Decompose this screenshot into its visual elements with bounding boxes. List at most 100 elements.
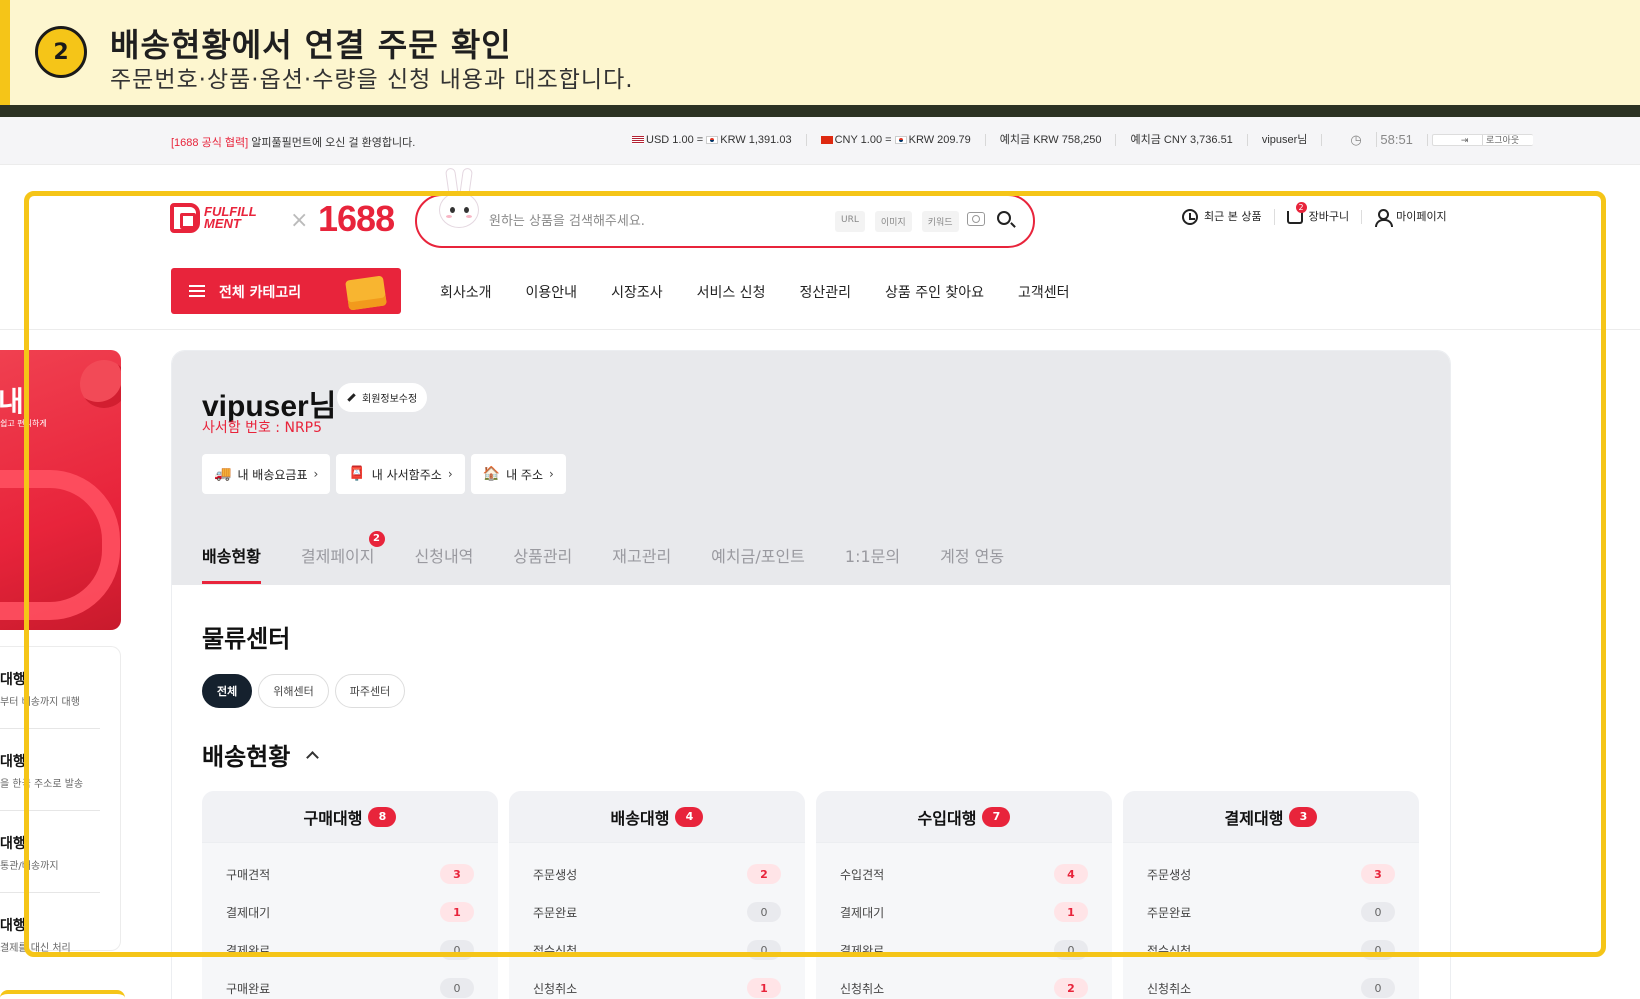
status-row[interactable]: 접수신청 0 (533, 931, 781, 969)
edit-profile-button[interactable]: 회원정보수정 (337, 383, 428, 412)
search-type-chips: URL 이미지 키워드 (835, 211, 959, 232)
card-title: 구매대행 (303, 808, 363, 828)
sidebar-item-import[interactable]: 대행 통관/배송까지 (0, 811, 100, 893)
status-card-shipping: 배송대행 4 주문생성 2 주문완료 0 접수신청 0 신청취소 1 (509, 791, 805, 999)
tab-products[interactable]: 상품관리 (513, 543, 572, 585)
status-row[interactable]: 접수신청 0 (1147, 931, 1395, 969)
filter-all[interactable]: 전체 (202, 674, 253, 708)
mypage-link[interactable]: 마이페이지 (1362, 209, 1459, 227)
filter-paju[interactable]: 파주센터 (334, 674, 406, 708)
tab-requests[interactable]: 신청내역 (415, 543, 474, 585)
status-row[interactable]: 신청취소 1 (533, 969, 781, 999)
tab-badge: 2 (368, 531, 385, 547)
logistics-filters: 전체 위해센터 파주센터 (202, 674, 406, 708)
delivery-status-header[interactable]: 배송현황 (202, 737, 320, 772)
card-count-badge: 7 (982, 806, 1011, 827)
mailbox-icon: 📮 (348, 466, 366, 482)
card-count-badge: 8 (368, 806, 397, 827)
search-chip-image[interactable]: 이미지 (874, 211, 912, 232)
clock-icon (1182, 209, 1198, 225)
menu-icon (189, 285, 205, 287)
tab-deposit-points[interactable]: 예치금/포인트 (711, 543, 805, 585)
nav-item-market-research[interactable]: 시장조사 (611, 282, 663, 302)
promo-title: 내 (0, 385, 24, 418)
logout-icon: ⇥ (1446, 135, 1484, 145)
sidebar-item-purchase[interactable]: 대행 부터 배송까지 대행 (0, 647, 100, 729)
nav-item-guide[interactable]: 이용안내 (526, 282, 578, 302)
kr-flag-icon (706, 136, 719, 145)
all-categories-label: 전체 카테고리 (219, 285, 302, 301)
edit-profile-label: 회원정보수정 (362, 394, 418, 405)
nav-item-company[interactable]: 회사소개 (440, 282, 492, 302)
sidebar-promo-banner[interactable]: 내 쉽고 편리하게 (0, 350, 121, 630)
status-row[interactable]: 수입견적 4 (840, 855, 1088, 893)
status-cards: 구매대행 8 구매견적 3 결제대기 1 결제완료 0 구매완료 0 배송대행 4 주문생성… (202, 791, 1419, 999)
deposit-krw: 예치금 KRW 758,250 (986, 134, 1117, 146)
fulfillment-logo[interactable]: FULFILL MENT (170, 203, 257, 233)
status-row[interactable]: 주문완료 0 (533, 893, 781, 931)
po-box-address-button[interactable]: 📮 내 사서함주소 › (336, 454, 465, 494)
status-row[interactable]: 주문생성 2 (533, 855, 781, 893)
kr-flag-icon (894, 136, 907, 145)
chevron-right-icon: › (447, 467, 453, 481)
gift-box-icon (345, 275, 387, 311)
chevron-right-icon: › (549, 467, 554, 481)
quick-links: 🚚 내 배송요금표 › 📮 내 사서함주소 › 🏠 내 주소 › (202, 454, 566, 494)
tab-inquiry[interactable]: 1:1문의 (845, 543, 900, 585)
search-chip-keyword[interactable]: 키워드 (921, 211, 959, 232)
logo-1688[interactable]: 1688 (318, 198, 395, 240)
nav-item-find-owner[interactable]: 상품 주인 찾아요 (885, 282, 984, 302)
status-row[interactable]: 결제완료 0 (226, 931, 474, 969)
sidebar-item-payment[interactable]: 대행 결제를 대신 처리 (0, 893, 100, 975)
highlight-frame-partial (0, 990, 125, 999)
camera-icon[interactable] (967, 212, 985, 226)
logo-separator: × (290, 208, 309, 233)
all-categories-button[interactable]: 전체 카테고리 (171, 268, 401, 314)
rabbit-mascot-icon (437, 167, 481, 246)
sidebar-item-shipping[interactable]: 대행 을 한국 주소로 발송 (0, 729, 100, 811)
status-row[interactable]: 결제대기 1 (226, 893, 474, 931)
user-name-link[interactable]: vipuser님 (1248, 134, 1323, 146)
exchange-rates: USD 1.00 = KRW 1,391.03 CNY 1.00 = KRW 2… (618, 132, 1547, 147)
nav-item-settlement[interactable]: 정산관리 (799, 282, 851, 302)
tab-delivery-status[interactable]: 배송현황 (202, 543, 261, 585)
instruction-subtitle: 주문번호·상품·옵션·수량을 신청 내용과 대조합니다. (110, 67, 634, 93)
top-info-bar: [1688 공식 협력] 알피풀필먼트에 오신 걸 환영합니다. USD 1.0… (0, 117, 1640, 165)
nav-item-service-request[interactable]: 서비스 신청 (697, 282, 766, 302)
nav-item-customer-center[interactable]: 고객센터 (1018, 282, 1070, 302)
step-number-badge: 2 (35, 26, 87, 78)
chevron-right-icon: › (313, 467, 319, 481)
cart-badge: 2 (1295, 201, 1307, 213)
welcome-message: [1688 공식 협력] 알피풀필먼트에 오신 걸 환영합니다. (171, 134, 415, 150)
status-row[interactable]: 주문생성 3 (1147, 855, 1395, 893)
search-icon[interactable] (997, 211, 1011, 225)
search-chip-url[interactable]: URL (835, 211, 865, 232)
promo-logo-graphic (0, 470, 120, 620)
status-row[interactable]: 주문완료 0 (1147, 893, 1395, 931)
promo-subtitle: 쉽고 편리하게 (0, 419, 47, 428)
tab-account-link[interactable]: 계정 연동 (940, 543, 1004, 585)
tab-payment[interactable]: 결제페이지 2 (301, 531, 385, 585)
my-address-button[interactable]: 🏠 내 주소 › (470, 454, 566, 494)
banner-divider (0, 105, 1640, 117)
mypage-panel: vipuser님 회원정보수정 사서함 번호 : NRP5 🚚 내 배송요금표 … (171, 350, 1451, 999)
mypage-tabs: 배송현황 결제페이지 2 신청내역 상품관리 재고관리 예치금/포인트 1:1문의… (202, 531, 1004, 585)
search-input[interactable] (489, 210, 789, 232)
tab-inventory[interactable]: 재고관리 (612, 543, 671, 585)
status-row[interactable]: 결제완료 0 (840, 931, 1088, 969)
main-navigation: 회사소개 이용안내 시장조사 서비스 신청 정산관리 상품 주인 찾아요 고객센… (440, 282, 1070, 302)
shipping-rates-button[interactable]: 🚚 내 배송요금표 › (202, 454, 331, 494)
status-row[interactable]: 구매완료 0 (226, 969, 474, 999)
status-row[interactable]: 구매견적 3 (226, 855, 474, 893)
cart-link[interactable]: 2 장바구니 (1275, 201, 1363, 224)
card-count-badge: 4 (675, 806, 704, 827)
instruction-banner: 2 배송현황에서 연결 주문 확인 주문번호·상품·옵션·수량을 신청 내용과 … (0, 0, 1640, 105)
status-row[interactable]: 결제대기 1 (840, 893, 1088, 931)
filter-weihai[interactable]: 위해센터 (258, 674, 329, 708)
logout-button[interactable]: ⇥ 로그아웃 (1431, 134, 1534, 146)
status-row[interactable]: 신청취소 2 (840, 969, 1088, 999)
status-row[interactable]: 신청취소 0 (1147, 969, 1395, 999)
us-flag-icon (632, 136, 644, 145)
recent-products-link[interactable]: 최근 본 상품 (1170, 209, 1275, 225)
chevron-up-icon[interactable] (306, 751, 320, 764)
